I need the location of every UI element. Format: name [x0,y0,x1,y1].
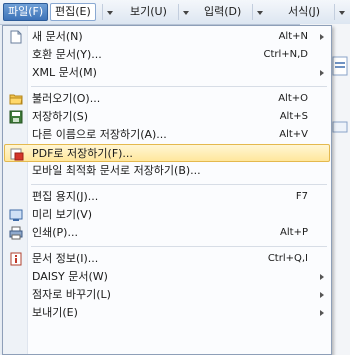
menu-format[interactable]: 서식(J) [284,3,324,21]
open-folder-icon [9,94,23,105]
menu-item-label: 보내기(E) [32,306,78,319]
menu-insert-dropdown-icon[interactable] [252,4,267,20]
menu-format-dropdown-icon[interactable] [334,4,349,20]
style-icon [332,56,348,76]
menu-edit[interactable]: 편집(E) [50,3,96,21]
new-document-icon [10,30,22,44]
ruler-icon [332,121,348,133]
submenu-arrow-icon [320,70,324,76]
menu-item-label: 불러오기(O)... [32,92,101,105]
menu-item-label: 미리 보기(V) [32,208,93,221]
menu-item-braille[interactable]: 점자로 바꾸기(L) [4,286,330,304]
menu-item-save-mobile[interactable]: 모바일 최적화 문서로 저장하기(B)... [4,162,330,180]
menu-item-label: 새 문서(N) [32,30,83,43]
menu-item-label: 인쇄(P)... [32,226,78,239]
submenu-arrow-icon [320,274,324,280]
menu-view-dropdown-icon[interactable] [178,4,193,20]
menu-item-label: 호환 문서(Y)... [32,48,102,61]
file-menu: 새 문서(N) Alt+N 호환 문서(Y)... Ctrl+N,D XML 문… [2,25,332,355]
menu-item-print[interactable]: 인쇄(P)... Alt+P [4,224,330,242]
submenu-arrow-icon [320,310,324,316]
pdf-icon [10,148,24,161]
menu-item-label: XML 문서(M) [32,66,97,79]
document-info-icon [10,252,22,266]
menu-item-label: 문서 정보(I)... [32,252,99,265]
menu-item-shortcut: Alt+O [278,93,308,104]
submenu-arrow-icon [320,34,324,40]
menu-item-daisy[interactable]: DAISY 문서(W) [4,268,330,286]
menu-item-open[interactable]: 불러오기(O)... Alt+O [4,90,330,108]
menu-separator [31,184,327,185]
menu-item-doc-info[interactable]: 문서 정보(I)... Ctrl+Q,I [4,250,330,268]
menu-insert[interactable]: 입력(D) [200,3,245,21]
menu-item-shortcut: Alt+S [279,111,308,122]
menu-item-shortcut: Ctrl+N,D [263,49,308,60]
menu-item-label: 편집 용지(J)... [32,190,99,203]
menu-item-compat[interactable]: 호환 문서(Y)... Ctrl+N,D [4,46,330,64]
menu-item-preview[interactable]: 미리 보기(V) [4,206,330,224]
menu-bar: 파일(F) 편집(E) 보기(U) 입력(D) 서식(J) [0,0,350,25]
menu-separator [31,86,327,87]
menu-item-save[interactable]: 저장하기(S) Alt+S [4,108,330,126]
menu-item-shortcut: Ctrl+Q,I [267,253,308,264]
menu-item-new[interactable]: 새 문서(N) Alt+N [4,28,330,46]
menu-item-shortcut: Alt+V [279,129,308,140]
menu-file[interactable]: 파일(F) [3,3,49,21]
menu-item-page-setup[interactable]: 편집 용지(J)... F7 [4,188,330,206]
menu-item-send[interactable]: 보내기(E) [4,304,330,322]
submenu-arrow-icon [320,292,324,298]
menu-item-shortcut: Alt+N [278,31,308,42]
preview-icon [9,209,23,221]
menu-item-label: DAISY 문서(W) [32,270,108,283]
menu-item-label: 점자로 바꾸기(L) [32,288,111,301]
menu-separator [31,246,327,247]
menu-item-shortcut: F7 [295,191,308,202]
menu-item-label: PDF로 저장하기(F)... [32,147,133,160]
menu-item-save-as[interactable]: 다른 이름으로 저장하기(A)... Alt+V [4,126,330,144]
menu-item-xml[interactable]: XML 문서(M) [4,64,330,82]
menu-edit-dropdown-icon[interactable] [102,4,117,20]
menu-view[interactable]: 보기(U) [126,3,171,21]
print-icon [9,226,23,240]
menu-item-save-pdf[interactable]: PDF로 저장하기(F)... [4,144,330,162]
menu-item-label: 다른 이름으로 저장하기(A)... [32,128,167,141]
menu-item-shortcut: Alt+P [280,227,308,238]
menu-item-label: 모바일 최적화 문서로 저장하기(B)... [32,164,201,177]
save-icon [9,110,23,124]
menu-item-label: 저장하기(S) [32,110,89,123]
